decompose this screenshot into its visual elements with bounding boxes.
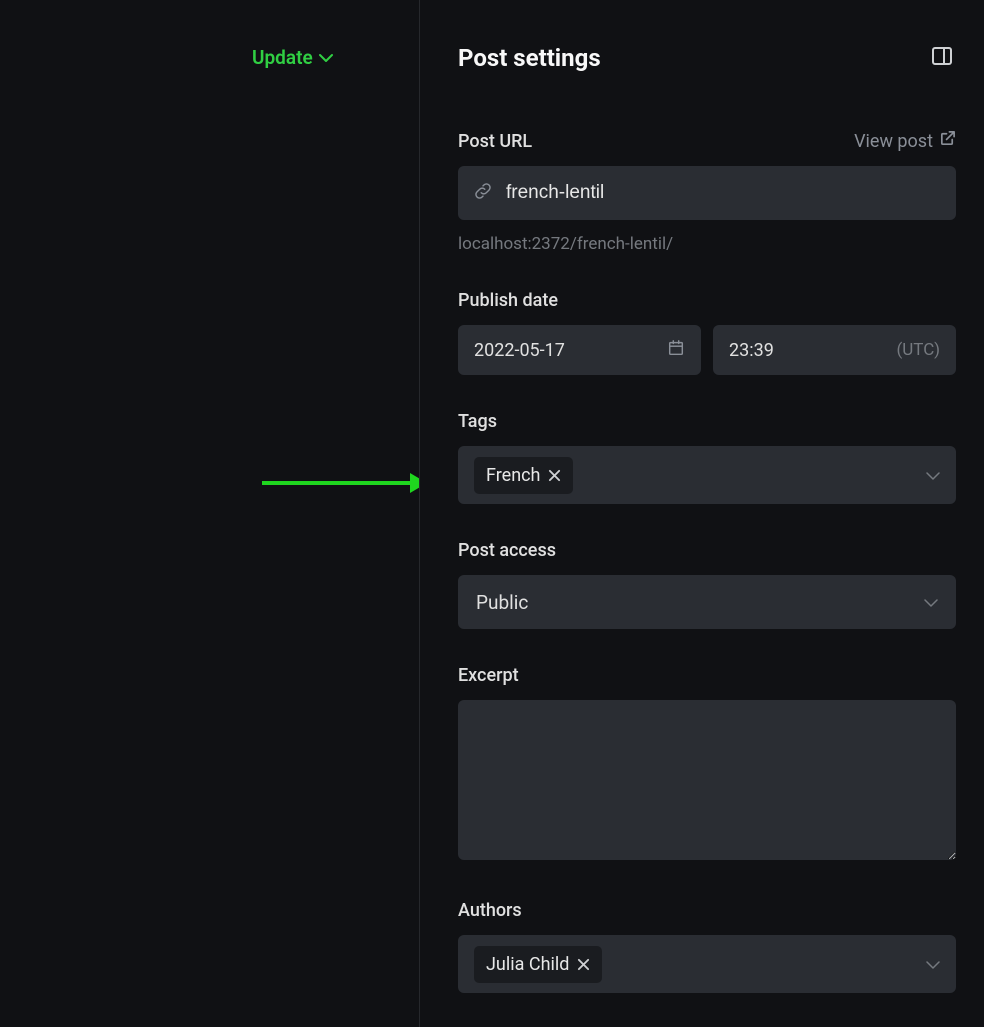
chevron-down-icon	[926, 955, 940, 974]
chevron-down-icon	[319, 53, 333, 63]
chevron-down-icon	[926, 466, 940, 485]
publish-date-label: Publish date	[458, 290, 956, 311]
sidebar-panel-icon	[930, 44, 954, 68]
sidebar-toggle-button[interactable]	[928, 42, 956, 74]
post-settings-panel: Post settings Post URL View post localho…	[420, 0, 984, 1027]
panel-title: Post settings	[458, 44, 601, 72]
authors-input[interactable]: Julia Child	[458, 935, 956, 993]
link-icon	[474, 182, 492, 204]
calendar-icon	[667, 339, 685, 361]
chevron-down-icon	[924, 593, 938, 612]
authors-label: Authors	[458, 900, 956, 921]
publish-date-field: Publish date 2022-05-17 23:39 (UTC)	[458, 290, 956, 375]
view-post-label: View post	[854, 131, 933, 152]
tags-input[interactable]: French	[458, 446, 956, 504]
annotation-arrow	[262, 473, 427, 493]
post-access-label: Post access	[458, 540, 956, 561]
close-icon	[577, 958, 590, 971]
date-value: 2022-05-17	[474, 340, 565, 361]
tag-remove-button[interactable]	[548, 469, 561, 482]
view-post-link[interactable]: View post	[854, 130, 956, 152]
excerpt-field: Excerpt	[458, 665, 956, 864]
update-label: Update	[252, 46, 313, 69]
author-text: Julia Child	[486, 954, 569, 975]
publish-time-input[interactable]: 23:39 (UTC)	[713, 325, 956, 375]
post-access-value: Public	[476, 591, 528, 614]
tags-label: Tags	[458, 411, 956, 432]
post-url-label: Post URL	[458, 131, 532, 152]
author-pill: Julia Child	[474, 946, 602, 983]
close-icon	[548, 469, 561, 482]
author-remove-button[interactable]	[577, 958, 590, 971]
publish-date-input[interactable]: 2022-05-17	[458, 325, 701, 375]
tags-field: Tags French	[458, 411, 956, 504]
post-access-field: Post access Public	[458, 540, 956, 629]
post-url-input-wrapper[interactable]	[458, 166, 956, 220]
post-access-select[interactable]: Public	[458, 575, 956, 629]
excerpt-label: Excerpt	[458, 665, 956, 686]
tag-text: French	[486, 465, 540, 486]
update-button[interactable]: Update	[252, 46, 333, 69]
post-url-field: Post URL View post localhost:2372/french…	[458, 130, 956, 254]
tag-pill: French	[474, 457, 573, 494]
external-link-icon	[939, 130, 956, 152]
time-value: 23:39	[729, 340, 774, 361]
authors-field: Authors Julia Child	[458, 900, 956, 993]
post-url-input[interactable]	[506, 182, 940, 204]
excerpt-textarea[interactable]	[458, 700, 956, 860]
post-url-preview: localhost:2372/french-lentil/	[458, 234, 956, 254]
timezone-label: (UTC)	[896, 340, 940, 360]
